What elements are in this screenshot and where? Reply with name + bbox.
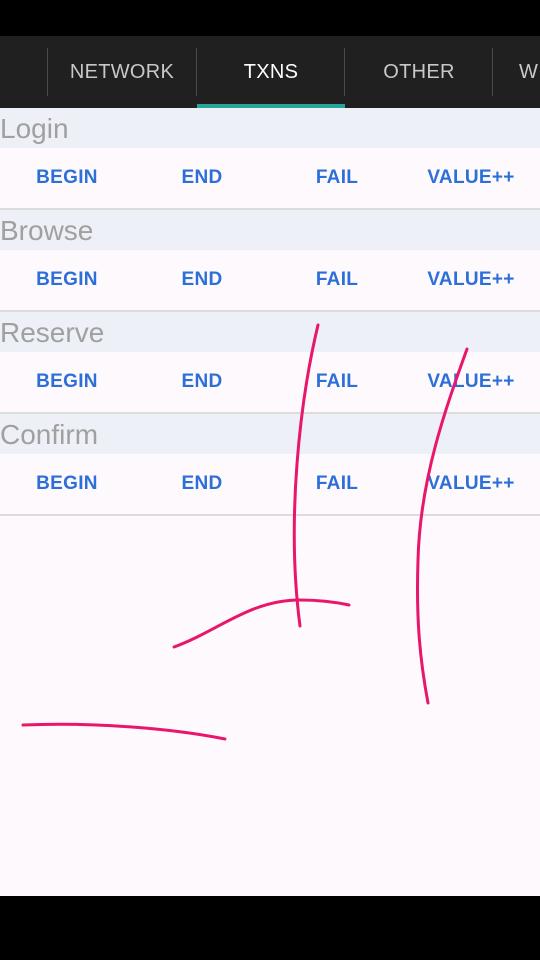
- end-button[interactable]: END: [135, 352, 269, 412]
- transaction-title: Reserve: [0, 312, 540, 352]
- scribble-stroke: [172, 598, 351, 649]
- tab-label: OTHER: [383, 60, 455, 83]
- transaction-confirm: Confirm BEGIN END FAIL VALUE++: [0, 414, 540, 516]
- transaction-title: Confirm: [0, 414, 540, 454]
- value-increment-button[interactable]: VALUE++: [404, 148, 538, 208]
- transaction-reserve: Reserve BEGIN END FAIL VALUE++: [0, 312, 540, 414]
- end-button[interactable]: END: [135, 250, 269, 310]
- fail-button[interactable]: FAIL: [270, 454, 404, 514]
- tab-network[interactable]: NETWORK: [48, 36, 196, 108]
- end-button[interactable]: END: [135, 148, 269, 208]
- transactions-list: Login BEGIN END FAIL VALUE++ Browse BEGI…: [0, 108, 540, 516]
- scribble-stroke: [21, 722, 227, 741]
- value-increment-button[interactable]: VALUE++: [404, 250, 538, 310]
- transaction-actions: BEGIN END FAIL VALUE++: [0, 454, 540, 516]
- value-increment-button[interactable]: VALUE++: [404, 352, 538, 412]
- end-button[interactable]: END: [135, 454, 269, 514]
- transaction-title: Login: [0, 108, 540, 148]
- begin-button[interactable]: BEGIN: [0, 148, 134, 208]
- begin-button[interactable]: BEGIN: [0, 250, 134, 310]
- fail-button[interactable]: FAIL: [270, 352, 404, 412]
- tab-txns[interactable]: TXNS: [197, 36, 345, 108]
- tab-partial-left[interactable]: R: [0, 36, 6, 108]
- begin-button[interactable]: BEGIN: [0, 454, 134, 514]
- tab-label: NETWORK: [69, 60, 175, 83]
- fail-button[interactable]: FAIL: [270, 148, 404, 208]
- begin-button[interactable]: BEGIN: [0, 352, 134, 412]
- transaction-browse: Browse BEGIN END FAIL VALUE++: [0, 210, 540, 312]
- tab-other[interactable]: OTHER: [345, 36, 493, 108]
- tab-bar: R NETWORK TXNS OTHER W: [0, 36, 540, 108]
- tab-label: W: [519, 60, 539, 83]
- transaction-login: Login BEGIN END FAIL VALUE++: [0, 108, 540, 210]
- tab-partial-right[interactable]: W: [493, 36, 540, 108]
- transaction-actions: BEGIN END FAIL VALUE++: [0, 250, 540, 312]
- status-bar: [0, 0, 540, 36]
- fail-button[interactable]: FAIL: [270, 250, 404, 310]
- tab-label: TXNS: [243, 60, 299, 83]
- transaction-actions: BEGIN END FAIL VALUE++: [0, 352, 540, 414]
- transaction-actions: BEGIN END FAIL VALUE++: [0, 148, 540, 210]
- navigation-bar: [0, 896, 540, 960]
- transaction-title: Browse: [0, 210, 540, 250]
- value-increment-button[interactable]: VALUE++: [404, 454, 538, 514]
